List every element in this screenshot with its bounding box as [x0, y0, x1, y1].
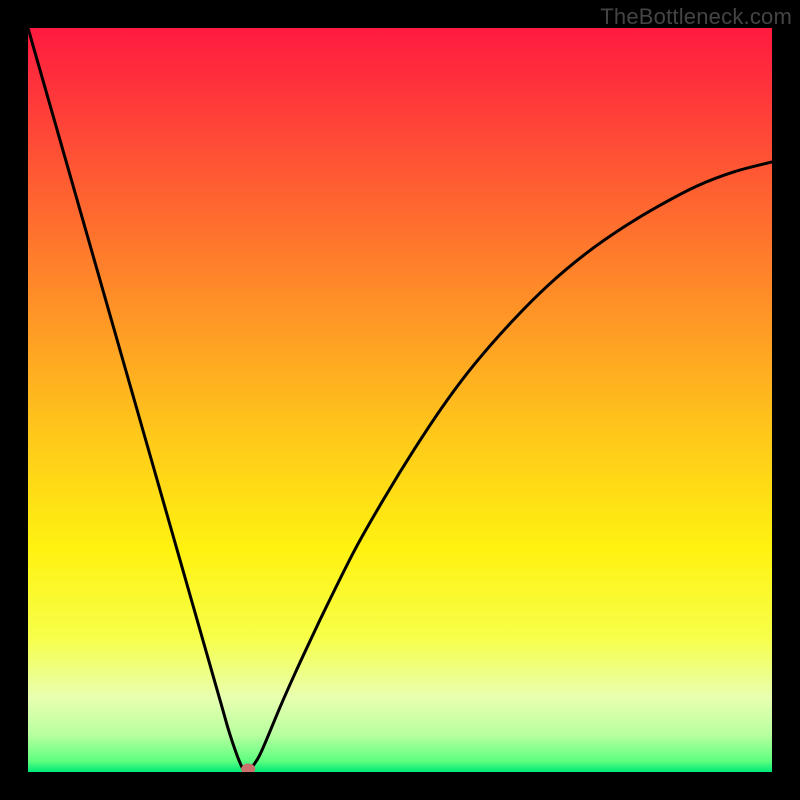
- gradient-background: [28, 28, 772, 772]
- plot-area: [28, 28, 772, 772]
- watermark-text: TheBottleneck.com: [600, 4, 792, 30]
- bottleneck-chart: [28, 28, 772, 772]
- chart-frame: TheBottleneck.com: [0, 0, 800, 800]
